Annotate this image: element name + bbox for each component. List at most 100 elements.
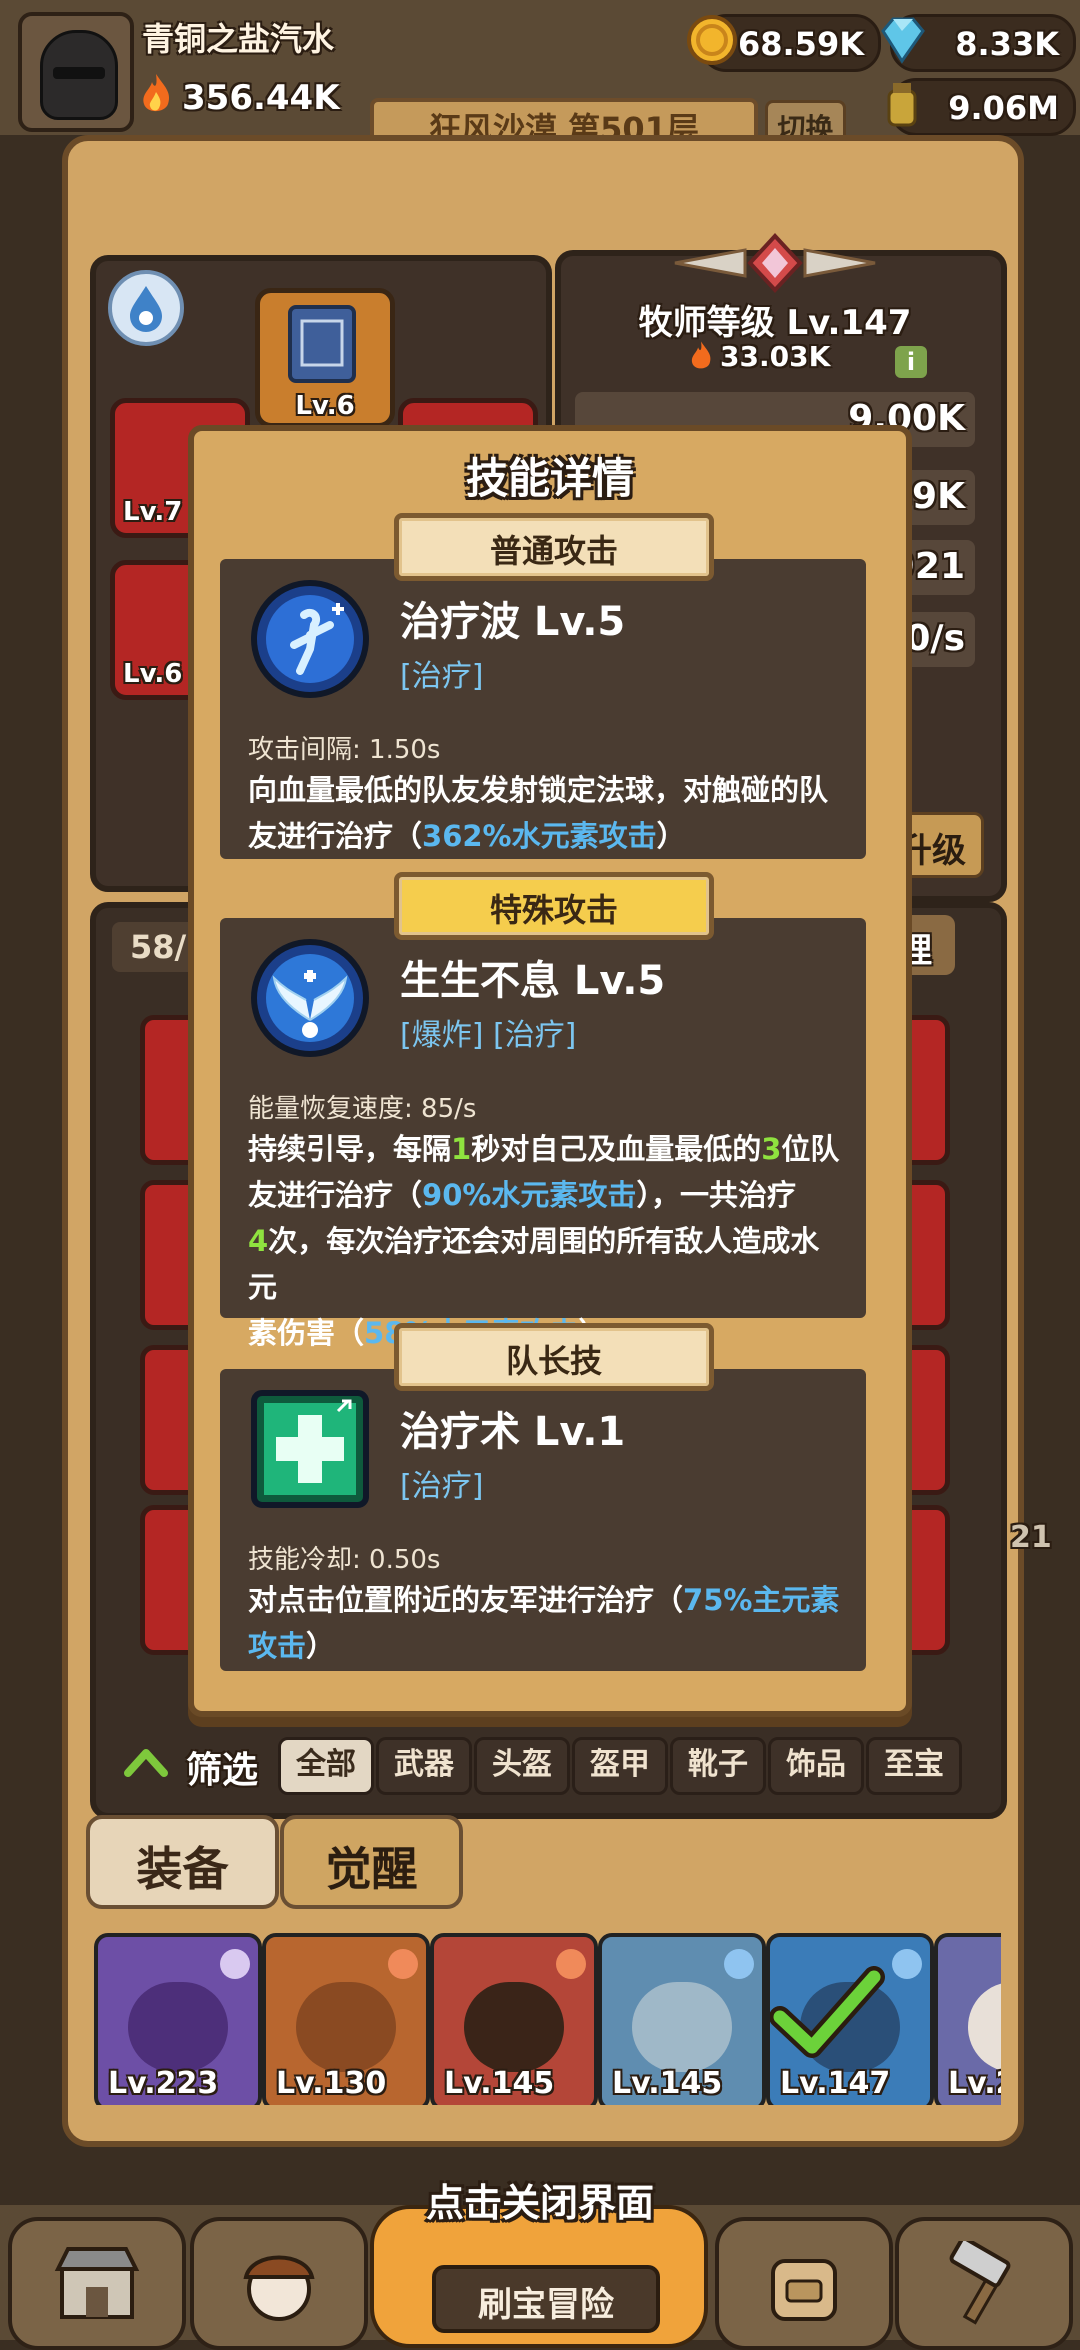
hero-portrait <box>296 1982 396 2072</box>
hero-selector-row: Lv.223 Lv.130 Lv.145 Lv.145 Lv.147 Lv.2 <box>86 1925 1001 2105</box>
potion-value: 9.06M <box>948 89 1059 127</box>
filter-chip-helmet[interactable]: 头盔 <box>474 1737 570 1795</box>
gold-counter[interactable]: 68.59K <box>687 14 881 72</box>
gold-value: 68.59K <box>737 25 864 63</box>
slot-level: Lv.7 <box>123 497 183 527</box>
gold-coin-icon <box>687 15 737 65</box>
potion-counter[interactable]: 9.06M <box>887 78 1076 136</box>
adventure-label: 刷宝冒险 <box>478 2285 614 2325</box>
desc-text: 友进行治疗（ <box>248 819 423 853</box>
close-hint[interactable]: 点击关闭界面 <box>0 2172 1080 2227</box>
skill-stat: 攻击间隔: 1.50s <box>248 735 441 765</box>
desc-highlight: 362%水元素攻击 <box>422 819 657 853</box>
player-avatar[interactable] <box>18 12 134 132</box>
hero-icon <box>243 2255 315 2321</box>
class-emblem-icon <box>674 233 876 293</box>
skill-name: 治疗术 Lv.1 <box>400 1409 626 1455</box>
backpack-icon <box>771 2259 837 2321</box>
nav-heroes[interactable] <box>190 2217 368 2350</box>
fire-element-icon <box>388 1949 418 1979</box>
moon-element-icon <box>220 1949 250 1979</box>
filter-label: 筛选 <box>186 1750 259 1791</box>
potion-icon <box>887 83 917 127</box>
skill-tags: [治疗] <box>400 1469 484 1504</box>
hero-level: Lv.2 <box>948 2066 1001 2101</box>
desc-text: 次，每次治疗还会对周围的所有敌人造成水元 <box>248 1224 820 1304</box>
filter-chip-armor[interactable]: 盔甲 <box>572 1737 668 1795</box>
skill-tags: [治疗] <box>400 659 484 694</box>
section-header-normal: 普通攻击 <box>394 513 714 581</box>
hero-portrait <box>968 1982 1001 2072</box>
hero-card[interactable]: Lv.130 <box>262 1933 430 2105</box>
section-header-text: 普通攻击 <box>489 532 618 570</box>
hero-level: Lv.223 <box>108 2066 219 2101</box>
skill-stat: 能量恢复速度: 85/s <box>248 1094 477 1124</box>
desc-text: 秒对自己及血量最低的 <box>471 1132 762 1166</box>
hero-card[interactable]: Lv.223 <box>94 1933 262 2105</box>
adventure-label-box: 刷宝冒险 <box>432 2265 660 2333</box>
water-element-icon <box>892 1949 922 1979</box>
hero-level: Lv.145 <box>612 2066 723 2101</box>
desc-text: 对点击位置附近的友军进行治疗（ <box>248 1583 684 1617</box>
player-name: 青铜之盐汽水 <box>142 20 335 58</box>
nav-shop[interactable] <box>8 2217 186 2350</box>
filter-chip-boots[interactable]: 靴子 <box>670 1737 766 1795</box>
filter-chip-accessory[interactable]: 饰品 <box>768 1737 864 1795</box>
water-element-icon <box>108 270 184 346</box>
book-level: Lv.6 <box>295 391 355 421</box>
skill-book-slot[interactable]: Lv.6 <box>255 288 395 428</box>
fire-icon <box>143 74 170 112</box>
desc-number: 4 <box>248 1224 269 1258</box>
hero-card[interactable]: Lv.145 <box>598 1933 766 2105</box>
side-number: 21 <box>1010 1520 1052 1555</box>
skill-detail-modal: 技能详情 治疗波 Lv.5 [治疗] 攻击间隔: 1.50s 向血量最低的队友发… <box>188 425 912 1717</box>
filter-chip-treasure[interactable]: 至宝 <box>866 1737 962 1795</box>
tab-awaken[interactable]: 觉醒 <box>280 1815 463 1909</box>
desc-text: ） <box>306 1629 336 1663</box>
desc-text: ） <box>656 819 686 853</box>
gem-icon <box>881 17 925 64</box>
gem-value: 8.33K <box>955 25 1059 63</box>
filter-chip-weapon[interactable]: 武器 <box>376 1737 472 1795</box>
fire-element-icon <box>556 1949 586 1979</box>
section-header-special: 特殊攻击 <box>394 872 714 940</box>
desc-text: 友进行治疗（ <box>248 1178 423 1212</box>
hero-card[interactable]: Lv.145 <box>430 1933 598 2105</box>
tab-awaken-label: 觉醒 <box>325 1842 418 1896</box>
hero-portrait <box>632 1982 732 2072</box>
section-header-text: 特殊攻击 <box>489 891 618 929</box>
desc-text: 持续引导，每隔 <box>248 1132 452 1166</box>
nav-bag[interactable] <box>715 2217 893 2350</box>
desc-number: 3 <box>761 1132 782 1166</box>
water-element-icon <box>724 1949 754 1979</box>
gem-counter[interactable]: 8.33K <box>881 14 1076 72</box>
hero-card[interactable]: Lv.2 <box>934 1933 1001 2105</box>
fire-icon <box>691 341 711 369</box>
filter-chip-all[interactable]: 全部 <box>278 1737 374 1795</box>
hero-level: Lv.145 <box>444 2066 555 2101</box>
class-power: 33.03K <box>720 340 831 373</box>
modal-title: 技能详情 <box>465 454 634 503</box>
skill-name: 治疗波 Lv.5 <box>400 599 626 645</box>
hero-portrait <box>128 1982 228 2072</box>
desc-number: 1 <box>451 1132 472 1166</box>
chevron-up-icon[interactable] <box>124 1747 168 1777</box>
info-icon[interactable]: i <box>895 346 927 378</box>
hero-level: Lv.130 <box>276 2066 387 2101</box>
desc-text: 素伤害（ <box>248 1316 365 1350</box>
desc-highlight: 90%水元素攻击 <box>422 1178 637 1212</box>
section-header-text: 队长技 <box>505 1342 602 1380</box>
hero-card-selected[interactable]: Lv.147 <box>766 1933 934 2105</box>
skill-name: 生生不息 Lv.5 <box>400 958 666 1004</box>
skill-description: 对点击位置附近的友军进行治疗（75%主元素 攻击） <box>248 1577 848 1669</box>
hero-level: Lv.147 <box>780 2066 891 2101</box>
desc-highlight: 攻击 <box>248 1629 307 1663</box>
skill-panel-normal: 治疗波 Lv.5 [治疗] 攻击间隔: 1.50s 向血量最低的队友发射锁定法球… <box>220 559 866 859</box>
slot-level: Lv.6 <box>123 659 183 689</box>
desc-text: ），一共治疗 <box>636 1178 796 1212</box>
inventory-count-text: 58/ <box>130 928 187 966</box>
heal-cross-icon <box>251 1390 369 1508</box>
nav-forge[interactable] <box>895 2217 1073 2350</box>
section-header-leader: 队长技 <box>394 1323 714 1391</box>
tab-equipment[interactable]: 装备 <box>86 1815 279 1909</box>
